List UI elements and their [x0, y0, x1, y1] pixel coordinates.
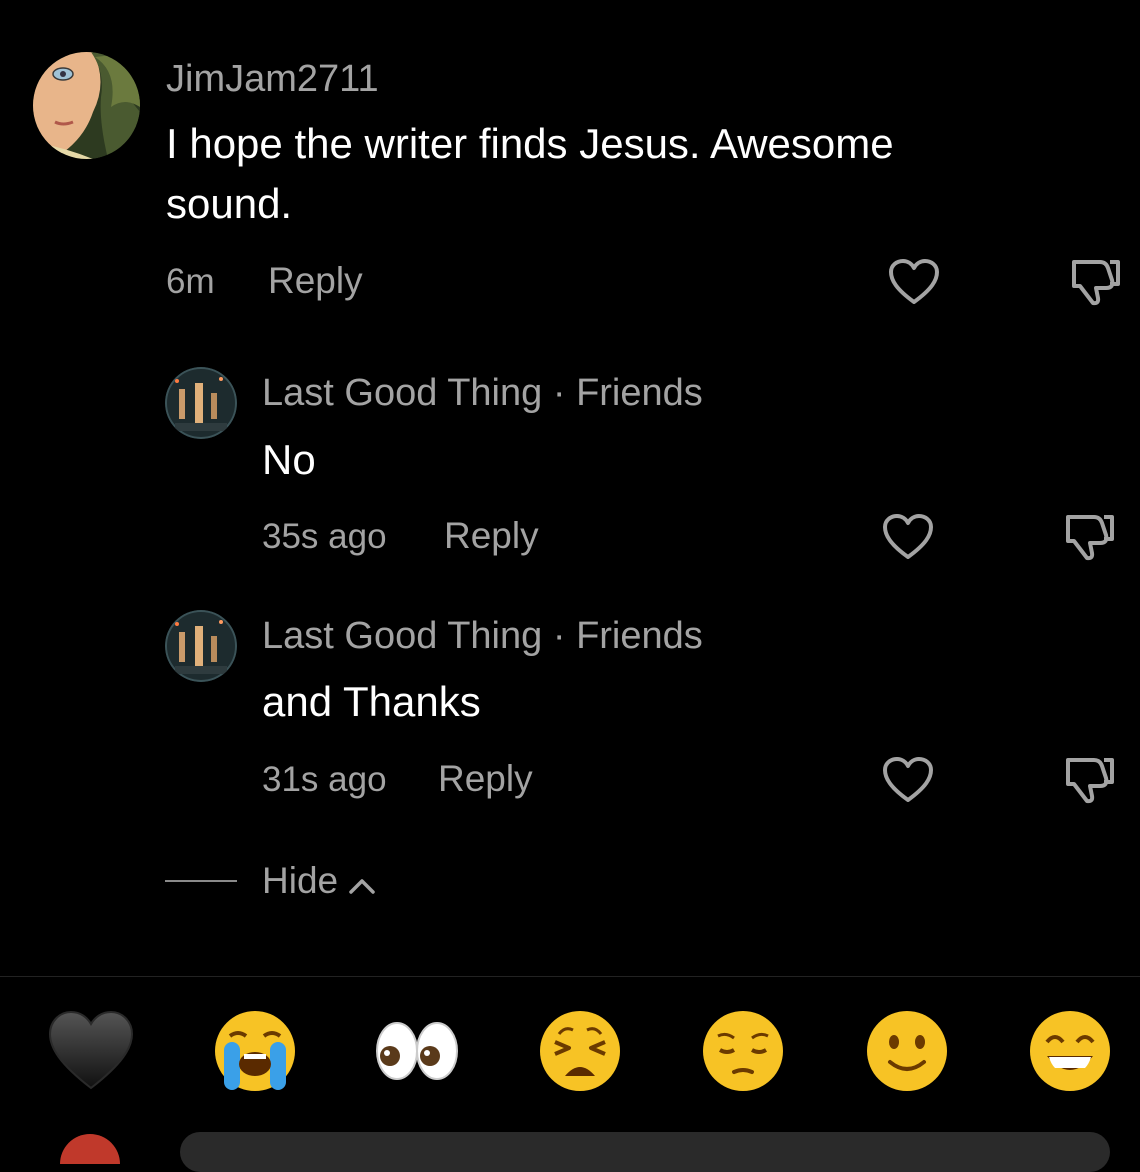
eyes-emoji[interactable]: [372, 1006, 462, 1096]
comment-username[interactable]: JimJam2711: [166, 58, 379, 101]
reply-button[interactable]: Reply: [268, 260, 363, 302]
chevron-up-icon: [347, 876, 377, 901]
avatar[interactable]: [165, 610, 237, 682]
divider: [0, 976, 1140, 977]
reply-username[interactable]: Last Good Thing: [262, 615, 542, 657]
comment-input[interactable]: [180, 1132, 1110, 1172]
reply-text: No: [262, 436, 316, 483]
thumbs-down-icon[interactable]: [1066, 256, 1120, 311]
thread-line: [165, 880, 237, 882]
separator-dot: ·: [552, 615, 566, 657]
reply-header: Last Good Thing · Friends: [262, 615, 703, 658]
relation-badge: Friends: [576, 372, 703, 414]
thumbs-down-icon[interactable]: [1060, 511, 1114, 566]
relation-badge: Friends: [576, 615, 703, 657]
comment-timestamp: 6m: [166, 262, 215, 301]
reply-text: and Thanks: [262, 678, 481, 725]
avatar[interactable]: [165, 367, 237, 439]
heart-outline-icon[interactable]: [882, 756, 934, 809]
weary-face-emoji[interactable]: [535, 1006, 625, 1096]
slightly-smiling-face-emoji[interactable]: [862, 1006, 952, 1096]
avatar[interactable]: [33, 52, 140, 159]
hide-label: Hide: [262, 860, 339, 901]
reply-username[interactable]: Last Good Thing: [262, 372, 542, 414]
black-heart-emoji[interactable]: [46, 1006, 136, 1096]
user-avatar-partial[interactable]: [60, 1134, 120, 1164]
loudly-crying-face-emoji[interactable]: [210, 1006, 300, 1096]
pensive-face-emoji[interactable]: [698, 1006, 788, 1096]
comment-text: I hope the writer finds Jesus. Awesome s…: [166, 120, 894, 227]
grinning-face-with-smiling-eyes-emoji[interactable]: [1025, 1006, 1115, 1096]
heart-outline-icon[interactable]: [882, 513, 934, 566]
reply-button[interactable]: Reply: [444, 515, 539, 557]
separator-dot: ·: [552, 372, 566, 414]
hide-replies-button[interactable]: Hide: [262, 860, 377, 902]
reply-timestamp: 31s ago: [262, 760, 387, 799]
reply-header: Last Good Thing · Friends: [262, 372, 703, 415]
reply-timestamp: 35s ago: [262, 517, 387, 556]
heart-outline-icon[interactable]: [888, 258, 940, 311]
reply-button[interactable]: Reply: [438, 758, 533, 800]
thumbs-down-icon[interactable]: [1060, 754, 1114, 809]
